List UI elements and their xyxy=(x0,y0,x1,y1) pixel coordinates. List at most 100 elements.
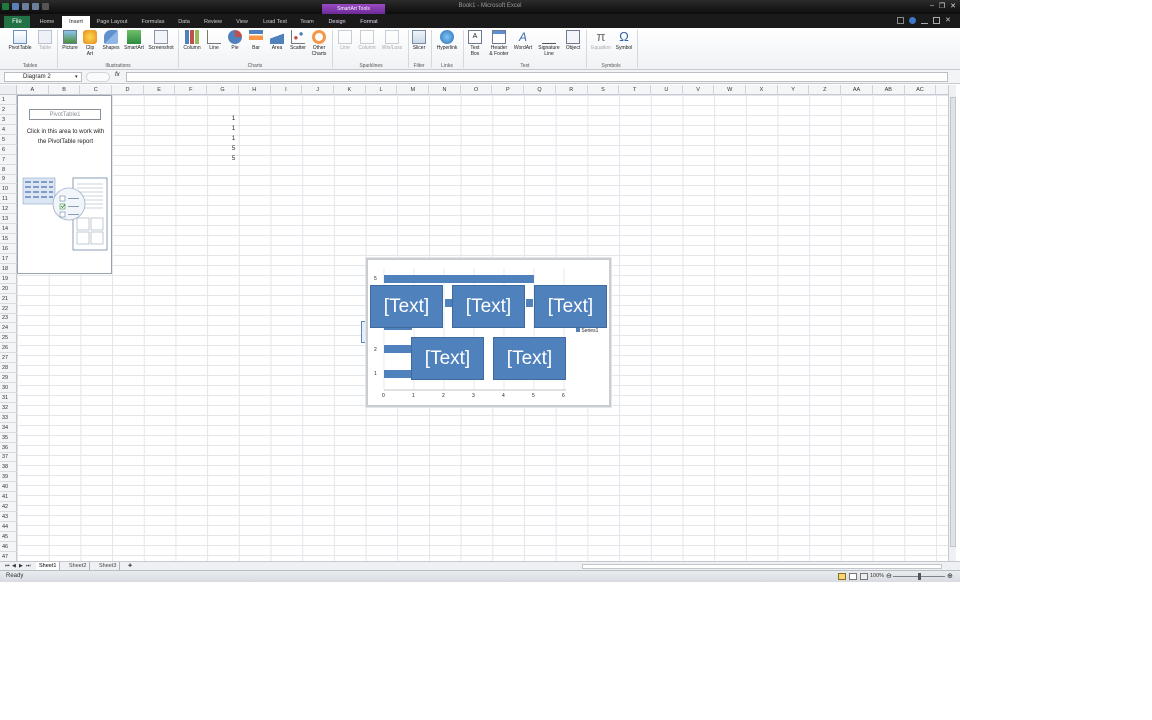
minimize-icon[interactable]: – xyxy=(930,2,934,10)
column-header-p[interactable]: P xyxy=(493,85,525,95)
column-header-d[interactable]: D xyxy=(112,85,144,95)
column-header-k[interactable]: K xyxy=(334,85,366,95)
row-header-31[interactable]: 31 xyxy=(0,393,17,403)
signature-line-button[interactable]: Signature Line xyxy=(535,30,563,57)
row-header-13[interactable]: 13 xyxy=(0,214,17,225)
row-header-1[interactable]: 1 xyxy=(0,95,17,105)
row-header-34[interactable]: 34 xyxy=(0,423,17,433)
smartart-shape-3[interactable]: [Text] xyxy=(534,285,607,328)
zoom-in-icon[interactable]: ⊕ xyxy=(947,572,953,580)
column-header-t[interactable]: T xyxy=(619,85,651,95)
column-header-y[interactable]: Y xyxy=(778,85,810,95)
column-header-a[interactable]: A xyxy=(17,85,49,95)
smartart-button[interactable]: SmartArt xyxy=(123,30,145,51)
column-header-q[interactable]: Q xyxy=(524,85,556,95)
row-header-40[interactable]: 40 xyxy=(0,482,17,493)
column-header-i[interactable]: I xyxy=(271,85,303,95)
row-header-16[interactable]: 16 xyxy=(0,244,17,254)
column-header-n[interactable]: N xyxy=(429,85,461,95)
column-header-h[interactable]: H xyxy=(239,85,271,95)
tab-view[interactable]: View xyxy=(230,16,254,28)
first-sheet-icon[interactable]: ⏮ xyxy=(5,563,10,569)
insert-sheet-icon[interactable]: ✚ xyxy=(128,563,132,569)
equation-button[interactable]: π Equation xyxy=(588,30,614,52)
row-header-9[interactable]: 9 xyxy=(0,174,17,185)
vertical-scrollbar[interactable] xyxy=(948,85,956,561)
column-header-ac[interactable]: AC xyxy=(905,85,937,95)
page-layout-view-icon[interactable] xyxy=(849,573,857,580)
table-button[interactable]: Table xyxy=(36,30,54,51)
column-header-c[interactable]: C xyxy=(80,85,113,95)
row-header-32[interactable]: 32 xyxy=(0,403,17,413)
save-icon[interactable] xyxy=(12,3,19,10)
row-header-35[interactable]: 35 xyxy=(0,433,17,443)
row-header-11[interactable]: 11 xyxy=(0,194,17,205)
column-header-b[interactable]: B xyxy=(49,85,81,95)
column-header-aa[interactable]: AA xyxy=(841,85,873,95)
pie-chart-button[interactable]: Pie xyxy=(225,30,245,51)
tab-formulas[interactable]: Formulas xyxy=(136,16,170,28)
column-header-v[interactable]: V xyxy=(683,85,715,95)
qat-customize-icon[interactable] xyxy=(42,3,49,10)
restore-icon[interactable]: ❐ xyxy=(939,2,945,10)
row-header-29[interactable]: 29 xyxy=(0,373,17,384)
page-break-view-icon[interactable] xyxy=(860,573,868,580)
text-box-button[interactable]: A Text Box xyxy=(466,30,484,57)
normal-view-icon[interactable] xyxy=(838,573,846,580)
row-header-22[interactable]: 22 xyxy=(0,304,17,314)
excel-logo-icon[interactable] xyxy=(2,3,9,10)
row-header-3[interactable]: 3 xyxy=(0,115,17,125)
row-header-8[interactable]: 8 xyxy=(0,165,17,175)
hyperlink-button[interactable]: Hyperlink xyxy=(433,30,461,51)
row-header-23[interactable]: 23 xyxy=(0,313,17,324)
row-header-21[interactable]: 21 xyxy=(0,294,17,304)
help-icon[interactable] xyxy=(909,17,916,24)
row-header-30[interactable]: 30 xyxy=(0,383,17,393)
column-header-e[interactable]: E xyxy=(144,85,176,95)
cell-g3[interactable]: 1 xyxy=(207,116,235,122)
line-chart-button[interactable]: Line xyxy=(204,30,224,51)
next-sheet-icon[interactable]: ▶ xyxy=(19,563,23,569)
row-header-18[interactable]: 18 xyxy=(0,264,17,274)
row-header-46[interactable]: 46 xyxy=(0,542,17,552)
column-header-w[interactable]: W xyxy=(714,85,747,95)
sparkline-line-button[interactable]: Line xyxy=(336,30,354,51)
undo-icon[interactable] xyxy=(22,3,29,10)
pivottable-placeholder[interactable]: PivotTable1 Click in this area to work w… xyxy=(17,95,112,274)
row-header-12[interactable]: 12 xyxy=(0,204,17,215)
column-header-r[interactable]: R xyxy=(556,85,588,95)
row-header-20[interactable]: 20 xyxy=(0,284,17,294)
column-chart-button[interactable]: Column xyxy=(181,30,203,51)
cell-g7[interactable]: 5 xyxy=(207,156,235,162)
column-header-l[interactable]: L xyxy=(366,85,398,95)
bar-chart-button[interactable]: Bar xyxy=(246,30,266,51)
column-header-j[interactable]: J xyxy=(302,85,334,95)
object-button[interactable]: Object xyxy=(563,30,583,51)
zoom-out-icon[interactable]: ⊖ xyxy=(886,572,892,580)
doc-minimize-icon[interactable] xyxy=(921,17,928,24)
insert-function-icon[interactable]: fx xyxy=(115,72,120,78)
column-header-u[interactable]: U xyxy=(651,85,683,95)
row-header-10[interactable]: 10 xyxy=(0,184,17,195)
header-footer-button[interactable]: Header & Footer xyxy=(486,30,512,57)
name-box-dropdown-icon[interactable]: ▾ xyxy=(75,74,78,80)
row-header-17[interactable]: 17 xyxy=(0,254,17,264)
close-icon[interactable]: ✕ xyxy=(950,2,956,10)
row-header-38[interactable]: 38 xyxy=(0,462,17,473)
column-header-ab[interactable]: AB xyxy=(873,85,905,95)
tab-format[interactable]: Format xyxy=(354,16,384,28)
name-box[interactable]: Diagram 2 xyxy=(4,72,82,82)
row-header-45[interactable]: 45 xyxy=(0,532,17,542)
row-header-43[interactable]: 43 xyxy=(0,512,17,523)
symbol-button[interactable]: Ω Symbol xyxy=(614,30,634,52)
horizontal-scrollbar[interactable] xyxy=(582,564,942,569)
row-header-25[interactable]: 25 xyxy=(0,333,17,344)
row-header-44[interactable]: 44 xyxy=(0,522,17,532)
column-header-g[interactable]: G xyxy=(207,85,239,95)
tab-file[interactable]: File xyxy=(4,16,30,28)
slicer-button[interactable]: Slicer xyxy=(410,30,428,51)
sparkline-column-button[interactable]: Column xyxy=(356,30,378,51)
wordart-button[interactable]: A WordArt xyxy=(512,30,534,51)
column-header-z[interactable]: Z xyxy=(810,85,842,95)
row-header-6[interactable]: 6 xyxy=(0,145,17,155)
